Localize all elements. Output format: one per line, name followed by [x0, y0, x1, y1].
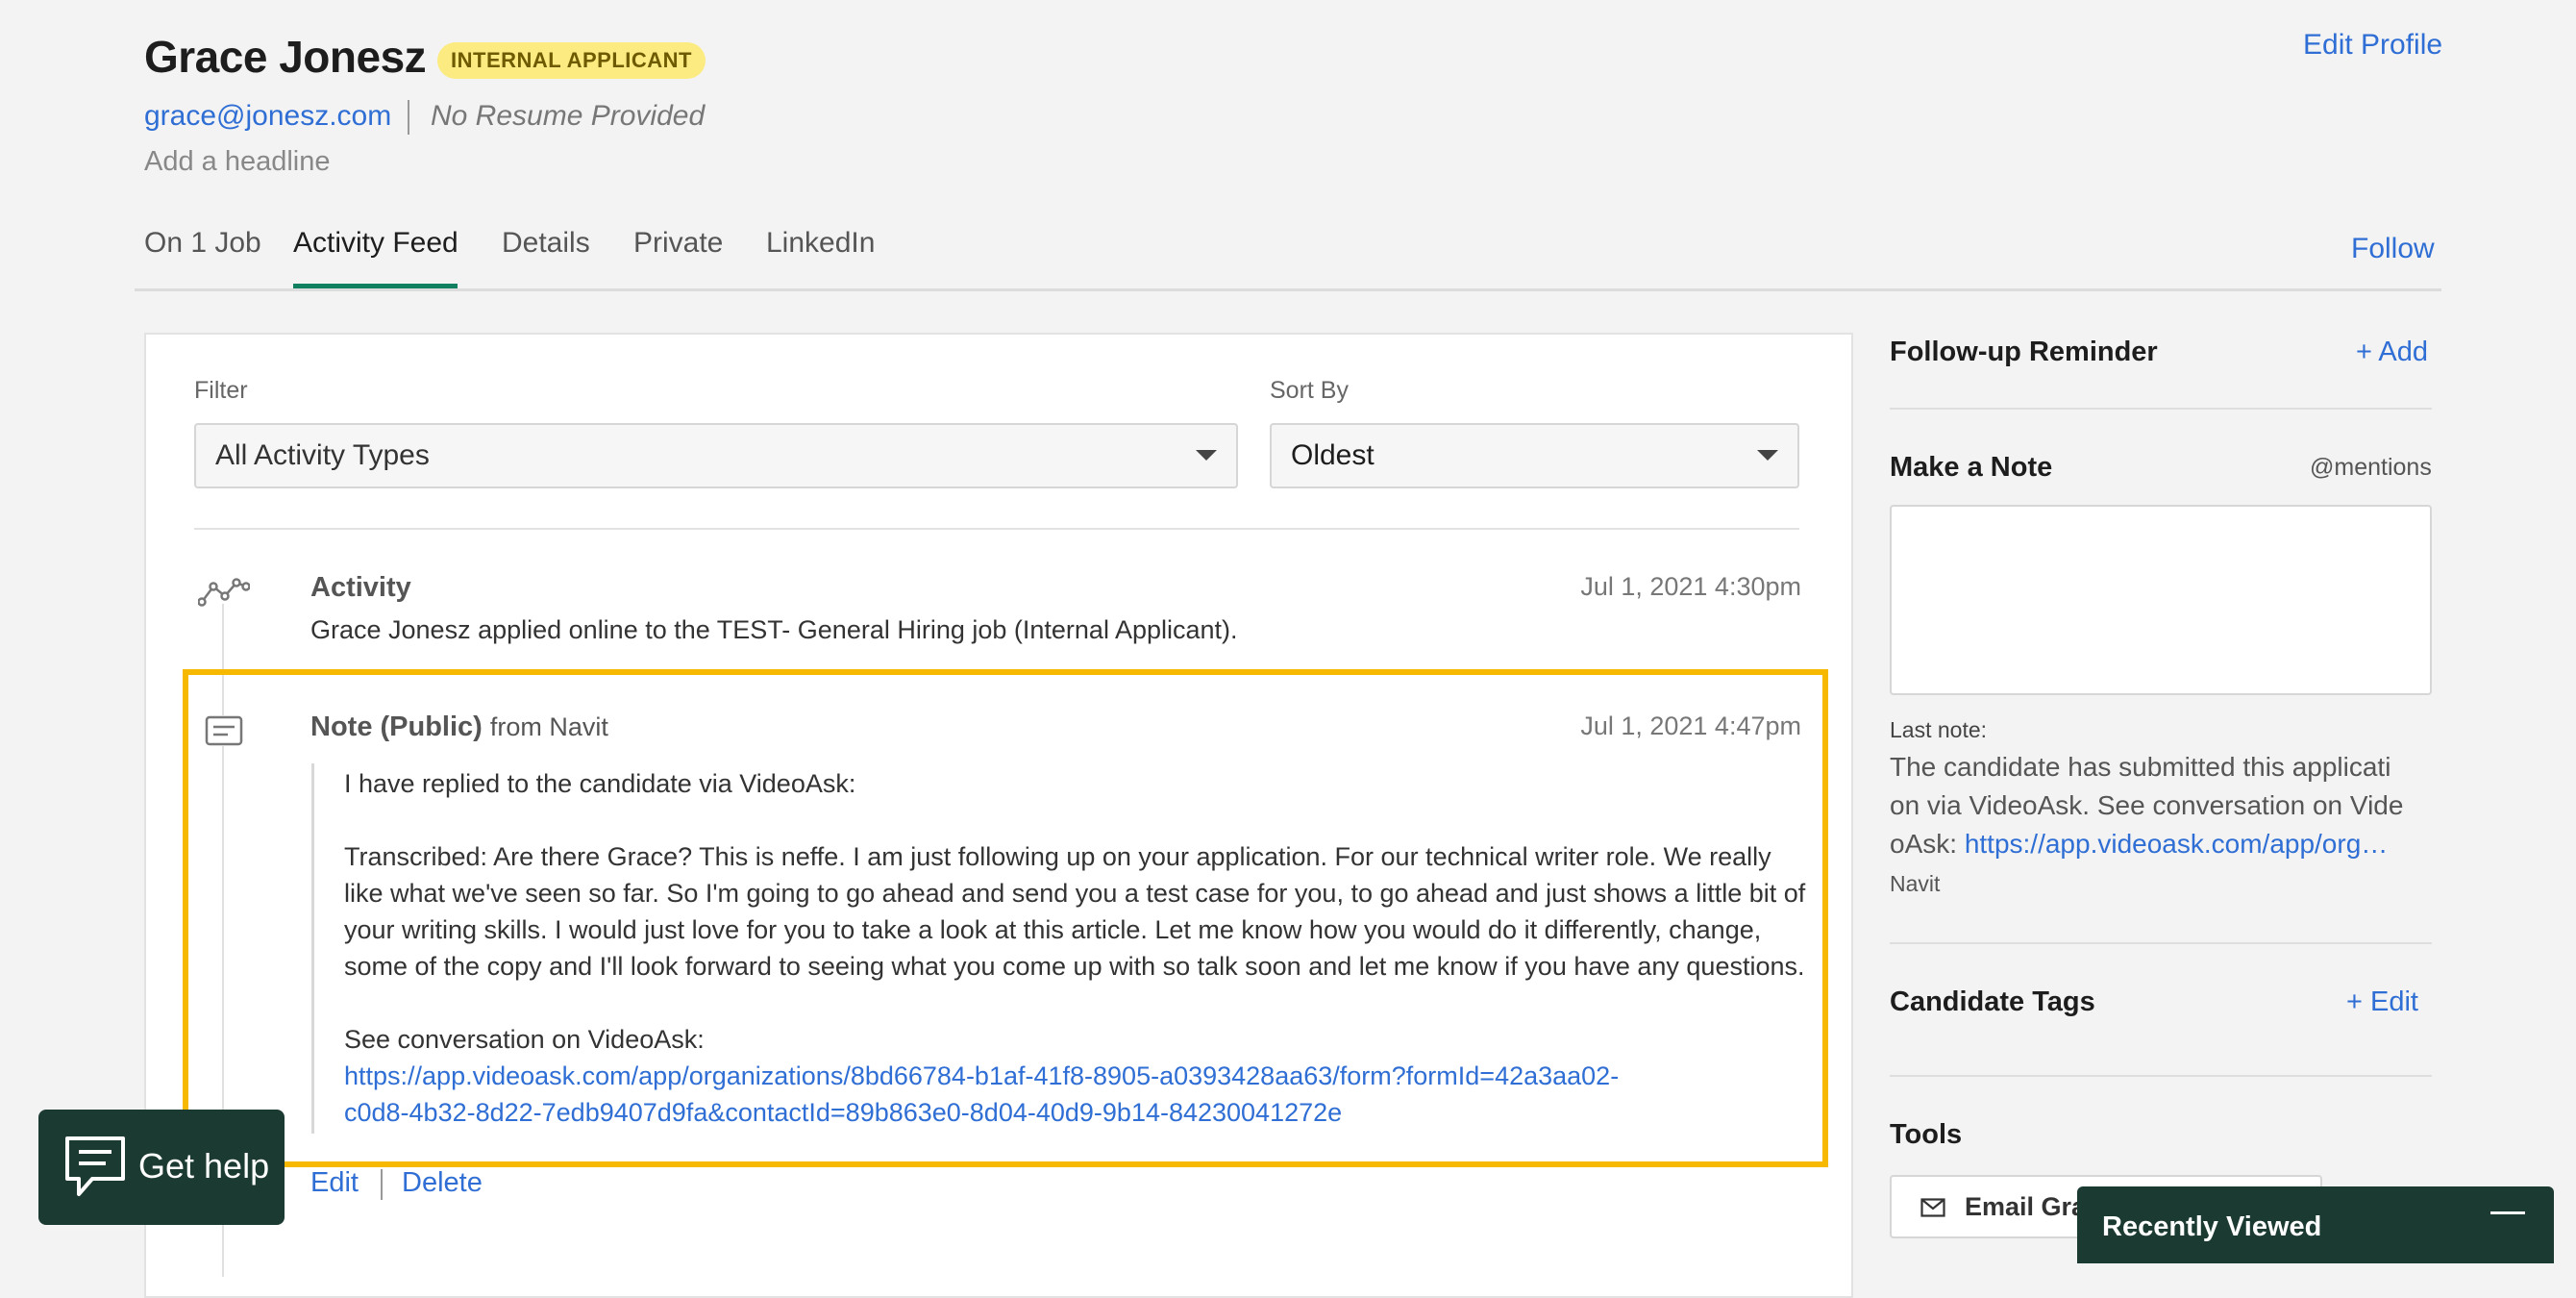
last-note-label: Last note:: [1890, 717, 1988, 742]
tab-linkedin[interactable]: LinkedIn: [766, 227, 875, 260]
activity-description: Grace Jonesz applied online to the TEST-…: [310, 615, 1238, 644]
last-note-text-prefix: oAsk:: [1890, 829, 1965, 859]
filter-label: Filter: [194, 377, 248, 404]
note-textarea[interactable]: [1890, 505, 2432, 695]
chat-help-icon: [65, 1136, 125, 1196]
caret-down-icon: [1757, 450, 1778, 461]
add-followup-link[interactable]: + Add: [2356, 337, 2428, 368]
note-author: from Navit: [489, 712, 608, 741]
sort-label: Sort By: [1270, 377, 1349, 404]
last-note-text: The candidate has submitted this applica…: [1890, 752, 2391, 782]
note-text-line: Transcribed: Are there Grace? This is ne…: [344, 842, 1771, 871]
edit-profile-link[interactable]: Edit Profile: [2303, 29, 2442, 62]
divider: [381, 1169, 383, 1200]
tools-title: Tools: [1890, 1119, 1963, 1150]
tab-activity-feed[interactable]: Activity Feed: [293, 227, 458, 260]
note-text-line: See conversation on VideoAsk:: [344, 1025, 705, 1054]
activity-timestamp: Jul 1, 2021 4:30pm: [1580, 572, 1801, 601]
divider: [194, 528, 1799, 530]
note-icon: [205, 715, 243, 746]
candidate-email-link[interactable]: grace@jonesz.com: [144, 100, 391, 133]
get-help-button[interactable]: Get help: [38, 1110, 285, 1225]
filter-select[interactable]: All Activity Types: [194, 423, 1238, 488]
note-text-line: some of the copy and I'll look forward t…: [344, 952, 1805, 981]
note-type: Note (Public): [310, 711, 483, 742]
resume-status: No Resume Provided: [431, 100, 706, 132]
videoask-link[interactable]: c0d8-4b32-8d22-7edb9407d9fa&contactId=89…: [344, 1098, 1342, 1128]
add-headline-link[interactable]: Add a headline: [144, 146, 331, 178]
divider: [1890, 408, 2432, 410]
filter-select-value: All Activity Types: [215, 439, 430, 471]
last-note-link[interactable]: https://app.videoask.com/app/org…: [1965, 829, 2388, 859]
activity-title: Activity: [310, 572, 411, 603]
internal-applicant-badge: INTERNAL APPLICANT: [437, 42, 706, 79]
note-text-line: I have replied to the candidate via Vide…: [344, 769, 856, 798]
recently-viewed-label: Recently Viewed: [2102, 1211, 2322, 1242]
note-text-line: your writing skills. I would just love f…: [344, 915, 1762, 944]
note-title: Note (Public) from Navit: [310, 711, 608, 743]
tab-details[interactable]: Details: [502, 227, 590, 260]
email-button-label: Email Gra: [1965, 1192, 2087, 1221]
tab-private[interactable]: Private: [633, 227, 723, 260]
mail-icon: [1920, 1198, 1945, 1217]
make-note-title: Make a Note: [1890, 452, 2053, 483]
divider: [408, 100, 409, 135]
activity-chart-icon: [198, 578, 250, 607]
candidate-name: Grace Jonesz: [144, 32, 427, 82]
caret-down-icon: [1196, 450, 1217, 461]
followup-reminder-title: Follow-up Reminder: [1890, 337, 2158, 367]
divider: [1890, 942, 2432, 944]
minimize-icon[interactable]: [2490, 1211, 2525, 1214]
tab-on-job[interactable]: On 1 Job: [144, 227, 261, 260]
get-help-label: Get help: [138, 1146, 270, 1186]
note-timestamp: Jul 1, 2021 4:47pm: [1580, 711, 1801, 740]
sort-select-value: Oldest: [1291, 439, 1375, 471]
last-note-text: oAsk: https://app.videoask.com/app/org…: [1890, 829, 2388, 860]
note-quote-bar: [311, 763, 314, 1134]
note-text-line: like what we've seen so far. So I'm goin…: [344, 879, 1806, 908]
mentions-hint: @mentions: [2310, 454, 2432, 481]
last-note-text: on via VideoAsk. See conversation on Vid…: [1890, 790, 2404, 820]
recently-viewed-panel[interactable]: Recently Viewed: [2077, 1186, 2554, 1263]
edit-tags-link[interactable]: + Edit: [2346, 986, 2418, 1018]
tabs-divider: [135, 288, 2441, 291]
candidate-tags-title: Candidate Tags: [1890, 986, 2095, 1017]
sort-select[interactable]: Oldest: [1270, 423, 1799, 488]
note-delete-link[interactable]: Delete: [402, 1167, 483, 1199]
last-note-author: Navit: [1890, 871, 1941, 896]
videoask-link[interactable]: https://app.videoask.com/app/organizatio…: [344, 1061, 1619, 1091]
note-edit-link[interactable]: Edit: [310, 1167, 359, 1199]
follow-link[interactable]: Follow: [2351, 233, 2435, 265]
divider: [1890, 1075, 2432, 1077]
